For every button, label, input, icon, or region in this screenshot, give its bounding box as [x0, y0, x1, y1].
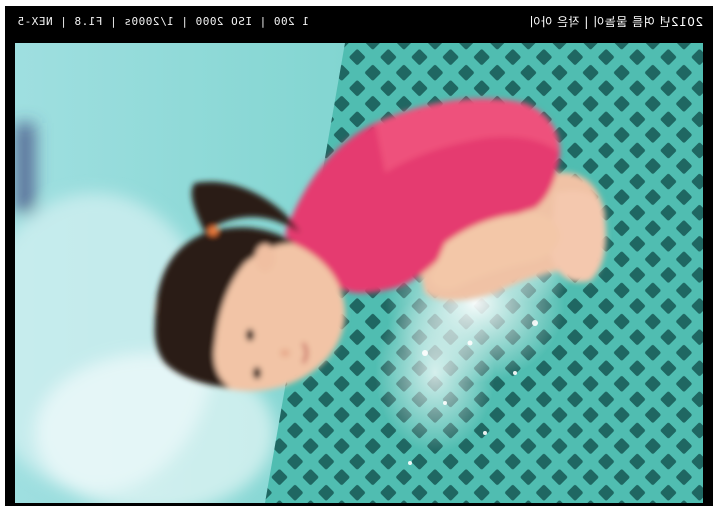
exif-caption: 1 200 | ISO 2000 | 1/2000s | F1.8 | NEX-…: [17, 15, 310, 28]
title-caption: 2012년 여름 물놀이 | 작은 아이: [528, 15, 703, 29]
photo-frame: 1 200 | ISO 2000 | 1/2000s | F1.8 | NEX-…: [5, 6, 713, 506]
photo: [15, 43, 703, 503]
photo-illustration: [15, 43, 703, 503]
